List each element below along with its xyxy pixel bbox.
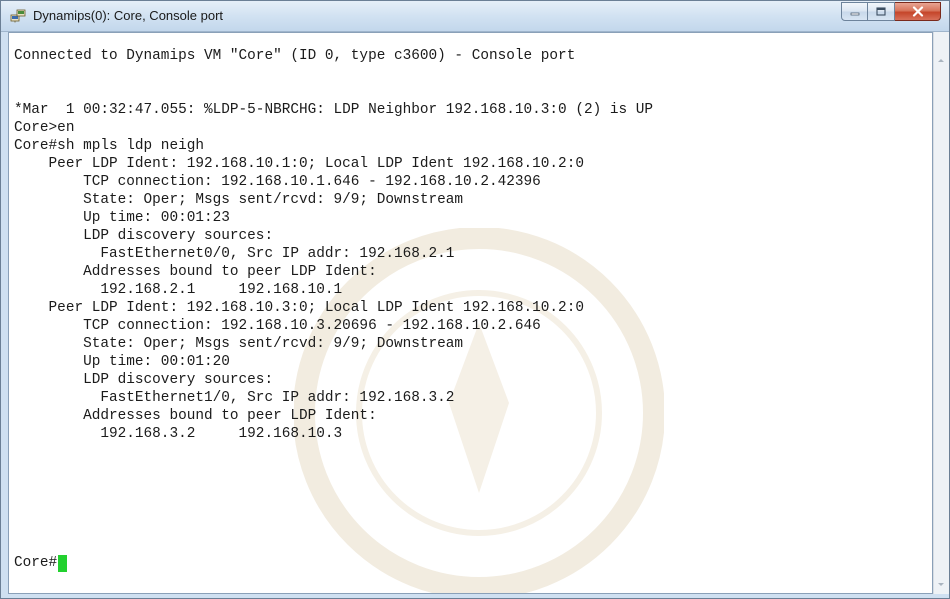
console-line: Addresses bound to peer LDP Ident:	[14, 264, 377, 280]
console-line: Peer LDP Ident: 192.168.10.1:0; Local LD…	[14, 156, 584, 172]
scroll-up-icon[interactable]	[938, 59, 944, 62]
console-line: LDP discovery sources:	[14, 228, 274, 244]
maximize-icon	[876, 7, 886, 16]
console-line: FastEthernet1/0, Src IP addr: 192.168.3.…	[14, 390, 455, 406]
command-prompt[interactable]: Core#	[14, 554, 68, 572]
scroll-down-icon[interactable]	[938, 583, 944, 586]
console-line: Up time: 00:01:23	[14, 210, 230, 226]
minimize-icon	[850, 12, 859, 15]
console-line: LDP discovery sources:	[14, 372, 274, 388]
console-line: FastEthernet0/0, Src IP addr: 192.168.2.…	[14, 246, 455, 262]
console-output-area[interactable]: Connected to Dynamips VM "Core" (ID 0, t…	[8, 32, 933, 594]
console-line: Connected to Dynamips VM "Core" (ID 0, t…	[14, 48, 576, 64]
console-line: State: Oper; Msgs sent/rcvd: 9/9; Downst…	[14, 336, 464, 352]
console-line: Core#sh mpls ldp neigh	[14, 138, 204, 154]
window-controls	[841, 2, 941, 22]
console-line: Up time: 00:01:20	[14, 354, 230, 370]
window-title: Dynamips(0): Core, Console port	[33, 8, 224, 23]
text-cursor	[58, 554, 68, 572]
console-line: Peer LDP Ident: 192.168.10.3:0; Local LD…	[14, 300, 584, 316]
console-line: TCP connection: 192.168.10.1.646 - 192.1…	[14, 174, 541, 190]
console-line: *Mar 1 00:32:47.055: %LDP-5-NBRCHG: LDP …	[14, 102, 654, 118]
prompt-text: Core#	[14, 555, 58, 571]
network-computer-icon	[10, 9, 26, 23]
console-line: Core>en	[14, 120, 75, 136]
console-line: TCP connection: 192.168.10.3.20696 - 192…	[14, 318, 541, 334]
vertical-scrollbar[interactable]	[933, 32, 949, 594]
console-line: 192.168.2.1 192.168.10.1	[14, 282, 343, 298]
console-lines: Connected to Dynamips VM "Core" (ID 0, t…	[14, 47, 653, 443]
minimize-button[interactable]	[841, 2, 868, 21]
console-window: Dynamips(0): Core, Console port Connecte…	[0, 0, 950, 599]
title-bar[interactable]: Dynamips(0): Core, Console port	[1, 1, 949, 32]
maximize-button[interactable]	[868, 2, 895, 21]
close-button[interactable]	[895, 2, 941, 21]
console-line: State: Oper; Msgs sent/rcvd: 9/9; Downst…	[14, 192, 464, 208]
console-line: 192.168.3.2 192.168.10.3	[14, 426, 343, 442]
console-line: Addresses bound to peer LDP Ident:	[14, 408, 377, 424]
close-icon	[912, 6, 923, 17]
